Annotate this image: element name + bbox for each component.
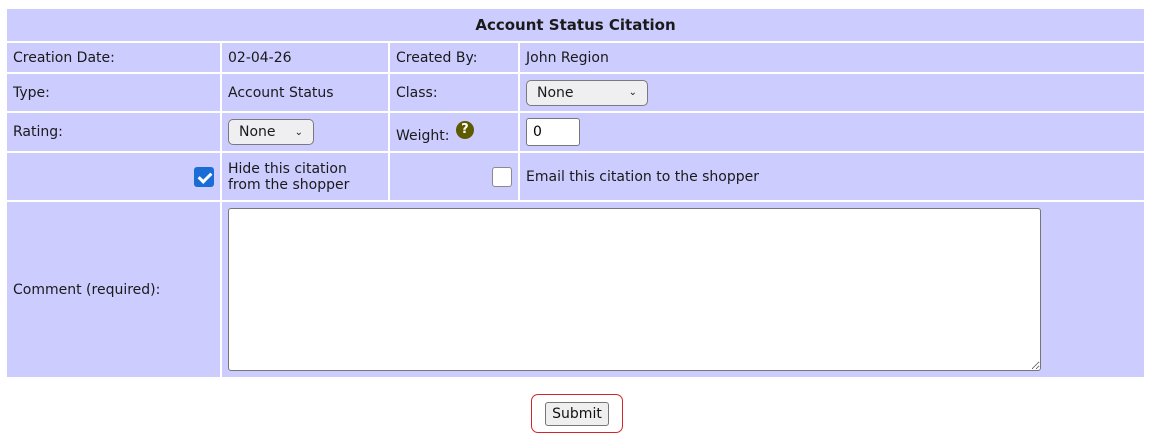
weight-label: Weight: bbox=[396, 127, 450, 144]
class-cell: None ⌄ bbox=[520, 74, 1144, 111]
weight-label-cell: Weight: ? bbox=[390, 113, 518, 151]
rating-label: Rating: bbox=[7, 113, 220, 151]
submit-highlight-box: Submit bbox=[531, 394, 623, 433]
type-label: Type: bbox=[7, 74, 220, 111]
chevron-down-icon: ⌄ bbox=[294, 126, 303, 138]
submit-button[interactable]: Submit bbox=[545, 401, 609, 426]
creation-date-label: Creation Date: bbox=[7, 43, 220, 72]
rating-select[interactable]: None ⌄ bbox=[228, 119, 314, 145]
comment-cell bbox=[222, 202, 1144, 377]
rating-cell: None ⌄ bbox=[222, 113, 388, 151]
help-icon[interactable]: ? bbox=[455, 120, 474, 139]
citation-form-table: Account Status Citation Creation Date: 0… bbox=[5, 7, 1146, 379]
rating-select-value: None bbox=[239, 124, 276, 140]
form-title: Account Status Citation bbox=[7, 9, 1144, 41]
email-citation-label: Email this citation to the shopper bbox=[520, 153, 1144, 200]
class-select-value: None bbox=[537, 84, 574, 101]
created-by-value: John Region bbox=[520, 43, 1144, 72]
creation-date-value: 02-04-26 bbox=[222, 43, 388, 72]
comment-textarea[interactable] bbox=[228, 208, 1041, 371]
hide-checkbox-cell bbox=[7, 153, 220, 200]
hide-citation-label: Hide this citation from the shopper bbox=[222, 153, 388, 200]
chevron-down-icon: ⌄ bbox=[628, 87, 637, 98]
class-label: Class: bbox=[390, 74, 518, 111]
weight-cell bbox=[520, 113, 1144, 151]
class-select[interactable]: None ⌄ bbox=[526, 79, 648, 106]
created-by-label: Created By: bbox=[390, 43, 518, 72]
email-citation-checkbox[interactable] bbox=[492, 166, 512, 187]
comment-label: Comment (required): bbox=[7, 202, 220, 377]
email-checkbox-cell bbox=[390, 153, 518, 200]
type-value: Account Status bbox=[222, 74, 388, 111]
hide-citation-checkbox[interactable] bbox=[194, 166, 214, 187]
weight-input[interactable] bbox=[526, 118, 580, 146]
